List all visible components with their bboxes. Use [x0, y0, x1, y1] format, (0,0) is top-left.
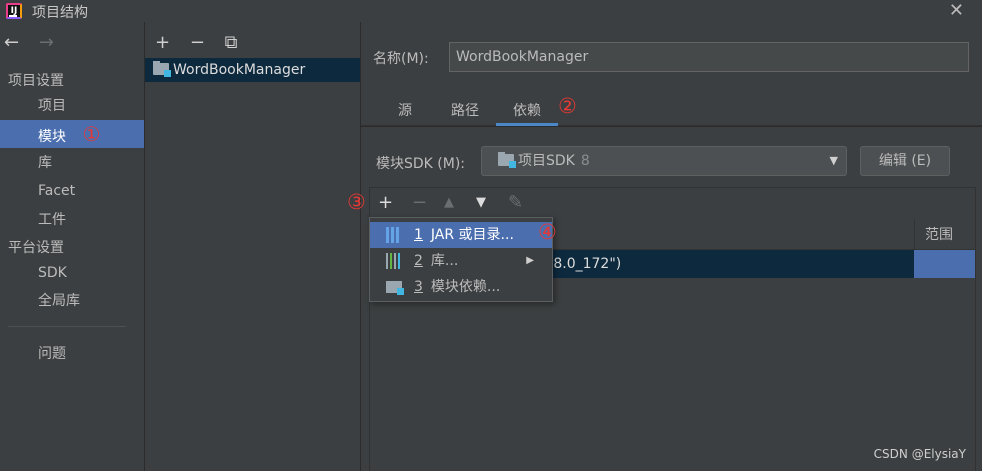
module-folder-icon: [153, 61, 171, 77]
add-module-icon[interactable]: +: [155, 32, 170, 53]
module-sdk-label: 模块SDK (M):: [376, 156, 466, 172]
nav-arrows: ← →: [4, 32, 54, 53]
tab-sources[interactable]: 源: [398, 100, 412, 120]
menu-item-number: 3: [414, 279, 423, 295]
nav-item-facets[interactable]: Facet: [0, 177, 144, 205]
module-toolbar: + − ⧉: [155, 32, 252, 53]
move-down-icon[interactable]: ▼: [476, 195, 486, 210]
scope-column-header[interactable]: 范围: [914, 220, 975, 250]
nav-item-sdks[interactable]: SDK: [0, 259, 144, 287]
sdk-version: 8: [580, 153, 590, 169]
nav-item-global-libraries[interactable]: 全局库: [0, 287, 144, 315]
menu-item-label: JAR 或目录...: [430, 227, 514, 243]
module-item-label: WordBookManager: [173, 62, 306, 78]
menu-item-number: 2: [414, 253, 423, 269]
nav-item-artifacts[interactable]: 工件: [0, 206, 144, 234]
window-title: 项目结构: [32, 5, 88, 21]
forward-arrow-icon[interactable]: →: [39, 32, 54, 53]
nav-divider: [8, 326, 126, 327]
tab-dependencies[interactable]: 依赖: [513, 100, 541, 120]
nav-item-project[interactable]: 项目: [0, 92, 144, 120]
menu-item-label: 库...: [430, 253, 459, 269]
remove-module-icon[interactable]: −: [190, 32, 205, 53]
remove-dependency-icon[interactable]: −: [412, 192, 427, 213]
submenu-arrow-icon: ▶: [526, 255, 534, 266]
menu-item-number: 1: [414, 227, 423, 243]
jar-icon: [386, 227, 402, 243]
edit-sdk-button[interactable]: 编辑 (E): [860, 146, 950, 176]
name-label: 名称(M):: [373, 51, 429, 67]
module-list-panel: + − ⧉ WordBookManager: [145, 22, 360, 471]
sdk-folder-icon: [498, 152, 516, 168]
module-sdk-dropdown[interactable]: 项目SDK 8 ▼: [481, 146, 847, 176]
watermark: CSDN @ElysiaY: [873, 447, 966, 461]
edit-dependency-icon[interactable]: ✎: [508, 192, 523, 213]
annotation-1: ①: [82, 122, 101, 146]
nav-item-libraries[interactable]: 库: [0, 149, 144, 177]
title-bar: IJ 项目结构 ✕: [0, 0, 982, 22]
nav-item-problems[interactable]: 问题: [0, 340, 144, 368]
add-dependency-popup-menu: 1 JAR 或目录... 2 库... ▶ 3 模块依赖...: [369, 217, 553, 302]
tab-paths[interactable]: 路径: [451, 100, 479, 120]
module-name-input[interactable]: WordBookManager: [449, 42, 969, 72]
annotation-2: ②: [558, 94, 577, 118]
scope-cell[interactable]: [914, 250, 975, 278]
nav-item-modules[interactable]: 模块 ①: [0, 120, 144, 148]
copy-module-icon[interactable]: ⧉: [225, 32, 238, 53]
library-icon: [386, 253, 402, 269]
menu-item-module-dependency[interactable]: 3 模块依赖...: [370, 274, 552, 300]
add-dependency-icon[interactable]: +: [378, 192, 393, 213]
nav-item-modules-label: 模块: [38, 129, 66, 145]
back-arrow-icon[interactable]: ←: [4, 32, 19, 53]
menu-item-label: 模块依赖...: [430, 279, 501, 295]
left-navigation: ← → 项目设置 项目 模块 ① 库 Facet 工件 平台设置 SDK 全局库…: [0, 22, 144, 471]
module-icon: [386, 281, 404, 295]
intellij-app-icon: IJ: [6, 3, 22, 19]
module-tabs: 源 路径 依赖 ②: [361, 92, 982, 126]
platform-settings-header: 平台设置: [8, 240, 64, 256]
module-item-wordbookmanager[interactable]: WordBookManager: [145, 58, 360, 82]
chevron-down-icon: ▼: [829, 154, 838, 167]
menu-item-library[interactable]: 2 库... ▶: [370, 248, 552, 274]
annotation-4: ④: [538, 220, 557, 244]
menu-item-jar-or-directory[interactable]: 1 JAR 或目录...: [370, 222, 552, 248]
project-settings-header: 项目设置: [8, 73, 64, 89]
annotation-3: ③: [347, 190, 366, 214]
sdk-value: 项目SDK: [518, 153, 575, 169]
move-up-icon[interactable]: ▲: [444, 195, 454, 210]
close-icon[interactable]: ✕: [949, 0, 964, 21]
